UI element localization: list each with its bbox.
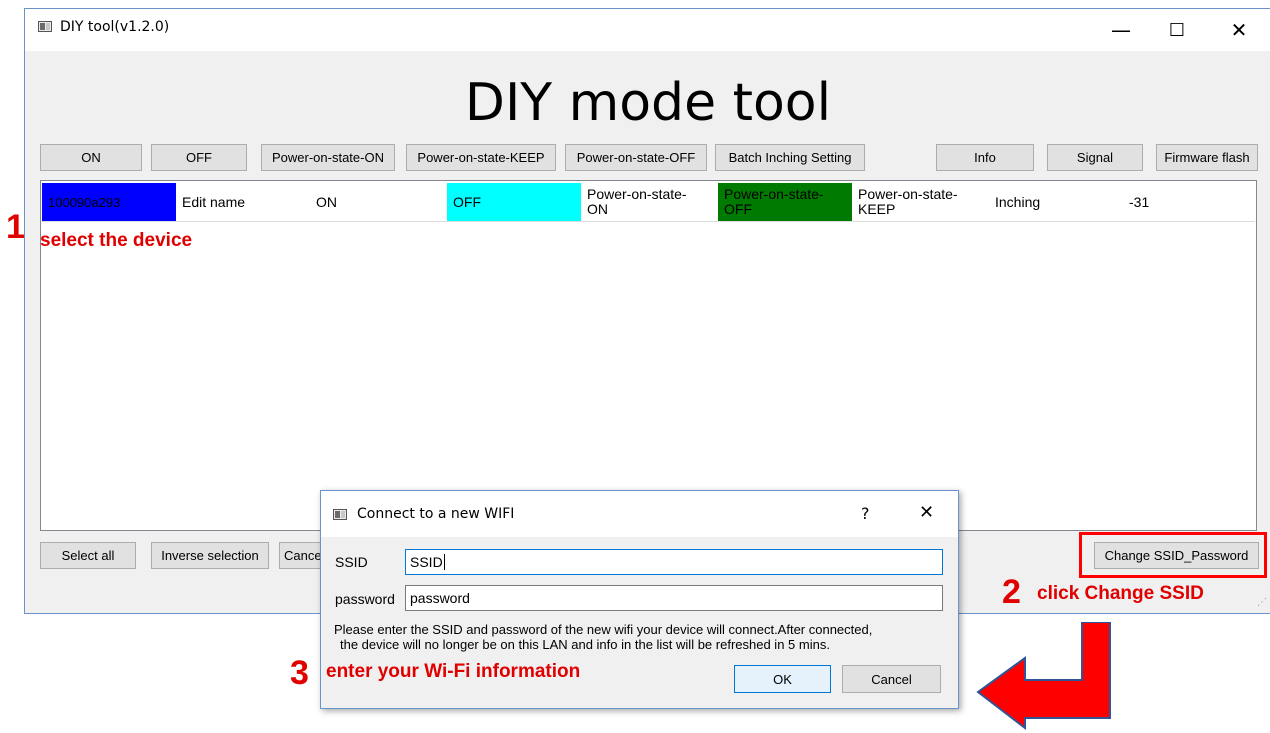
step-3-number: 3 xyxy=(290,654,309,692)
message-line-2: the device will no longer be on this LAN… xyxy=(340,637,830,652)
power-on-state-keep-button[interactable]: Power-on-state-KEEP xyxy=(406,144,556,171)
minimize-icon[interactable]: — xyxy=(1101,13,1141,47)
step-1-number: 1 xyxy=(6,208,25,246)
password-label: password xyxy=(335,591,395,607)
close-icon[interactable]: ✕ xyxy=(919,502,934,523)
power-on-state-keep-cell[interactable]: Power-on-state- KEEP xyxy=(852,183,989,221)
cell-line-1: Power-on-state- xyxy=(587,186,687,202)
cell-line-2: OFF xyxy=(724,201,752,217)
info-button[interactable]: Info xyxy=(936,144,1034,171)
message-line-1: Please enter the SSID and password of th… xyxy=(334,622,873,637)
step-2-label: click Change SSID xyxy=(1037,583,1204,604)
firmware-flash-button[interactable]: Firmware flash xyxy=(1156,144,1258,171)
close-icon[interactable]: ✕ xyxy=(1219,13,1259,47)
cell-line-1: Power-on-state- xyxy=(724,186,824,202)
cancel-button[interactable]: Cancel xyxy=(842,665,941,693)
power-on-state-on-button[interactable]: Power-on-state-ON xyxy=(261,144,395,171)
help-icon[interactable]: ? xyxy=(861,504,870,523)
inching-cell[interactable]: Inching xyxy=(989,183,1123,221)
red-bent-arrow-icon xyxy=(976,622,1111,730)
step-2-number: 2 xyxy=(1002,573,1021,611)
dialog-title-bar: Connect to a new WIFI ? ✕ xyxy=(321,491,958,537)
signal-button[interactable]: Signal xyxy=(1047,144,1143,171)
select-all-button[interactable]: Select all xyxy=(40,542,136,569)
signal-cell[interactable]: -31 xyxy=(1123,183,1255,221)
ssid-label: SSID xyxy=(335,554,368,570)
maximize-icon[interactable]: ☐ xyxy=(1157,13,1197,47)
title-bar: DIY tool(v1.2.0) — ☐ ✕ xyxy=(25,9,1270,51)
on-cell[interactable]: ON xyxy=(310,183,447,221)
table-row[interactable]: 100090a293 Edit name ON OFF Power-on-sta… xyxy=(42,182,1255,221)
cell-line-1: Power-on-state- xyxy=(858,186,958,202)
ssid-input-value: SSID xyxy=(410,554,443,570)
power-on-state-off-cell[interactable]: Power-on-state- OFF xyxy=(718,183,852,221)
cell-line-2: KEEP xyxy=(858,201,896,217)
text-caret xyxy=(443,554,445,570)
batch-inching-button[interactable]: Batch Inching Setting xyxy=(715,144,865,171)
edit-name-cell[interactable]: Edit name xyxy=(176,183,310,221)
dialog-message: Please enter the SSID and password of th… xyxy=(334,622,954,652)
password-input[interactable]: password xyxy=(405,585,943,611)
device-table: 100090a293 Edit name ON OFF Power-on-sta… xyxy=(40,180,1257,531)
device-id-cell[interactable]: 100090a293 xyxy=(42,183,176,221)
off-button[interactable]: OFF xyxy=(151,144,247,171)
off-cell[interactable]: OFF xyxy=(447,183,581,221)
app-window-icon xyxy=(333,509,347,520)
ssid-input[interactable]: SSID xyxy=(405,549,943,575)
step-1-label: select the device xyxy=(40,230,193,251)
ok-button[interactable]: OK xyxy=(734,665,831,693)
resize-grip-icon[interactable]: ⋰ xyxy=(1257,597,1267,608)
on-button[interactable]: ON xyxy=(40,144,142,171)
dialog-title: Connect to a new WIFI xyxy=(357,506,515,522)
window-title: DIY tool(v1.2.0) xyxy=(60,19,170,35)
step-3-label: enter your Wi-Fi information xyxy=(326,661,581,682)
cell-line-2: ON xyxy=(587,201,608,217)
page-title: DIY mode tool xyxy=(464,73,832,133)
password-input-value: password xyxy=(410,590,470,606)
power-on-state-on-cell[interactable]: Power-on-state- ON xyxy=(581,183,718,221)
row-divider xyxy=(42,221,1255,222)
inverse-selection-button[interactable]: Inverse selection xyxy=(151,542,269,569)
power-on-state-off-button[interactable]: Power-on-state-OFF xyxy=(565,144,707,171)
app-window-icon xyxy=(38,21,52,32)
highlight-box xyxy=(1079,532,1267,578)
